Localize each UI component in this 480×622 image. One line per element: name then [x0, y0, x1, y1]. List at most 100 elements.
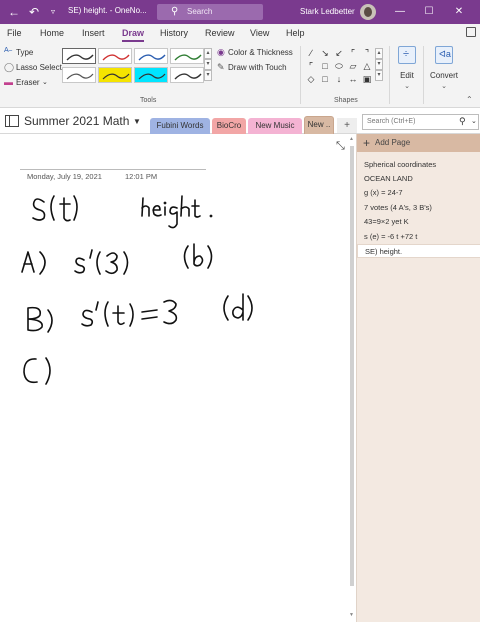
notebook-bar: Summer 2021 Math ▼ Fubini Words BioCro N… [0, 108, 480, 134]
quick-access-dropdown-icon[interactable]: ▿ [45, 4, 61, 20]
graph-shape-icon[interactable]: ↔ [348, 74, 358, 84]
undo-icon[interactable]: ↶ [26, 4, 42, 20]
draw-with-touch-button[interactable]: Draw with Touch [228, 63, 287, 72]
arrow-shape-icon[interactable]: ↘ [320, 48, 330, 58]
highlighter-stroke-icon [102, 73, 130, 80]
edit-chevron-icon: ⌄ [404, 83, 410, 90]
page-item-7-votes[interactable]: 7 votes (4 A's, 3 B's) [357, 201, 480, 215]
gallery-more-icon[interactable]: ▾ [204, 70, 212, 81]
pen-stroke-icon [138, 54, 166, 61]
axis-shape-icon[interactable]: ⌜ [348, 48, 358, 58]
tab-file[interactable]: File [7, 28, 22, 38]
corner-shape-icon[interactable]: ⌜ [306, 61, 316, 71]
gallery-up-icon[interactable]: ▴ [204, 48, 212, 59]
page-item-gx[interactable]: g (x) = 24-7 [357, 186, 480, 200]
page-item-se-height[interactable]: SE) height. [357, 244, 480, 258]
shapes-gallery-scroll[interactable]: ▴ ▾ ▾ [375, 48, 383, 84]
pen-gallery [62, 48, 204, 84]
lasso-select-button[interactable]: Lasso Select [16, 63, 62, 72]
scroll-thumb[interactable] [350, 146, 354, 586]
square-shape-icon[interactable]: □ [320, 74, 330, 84]
parallelogram-shape-icon[interactable]: ▱ [348, 61, 358, 71]
minimize-button[interactable]: — [392, 4, 408, 20]
tab-review[interactable]: Review [205, 28, 235, 38]
page-item-spherical-coordinates[interactable]: Spherical coordinates [357, 158, 480, 172]
pen-stroke-icon [102, 54, 130, 61]
edit-icon: ÷ [398, 46, 416, 64]
add-page-label: Add Page [375, 138, 411, 147]
pen-black[interactable] [62, 48, 96, 64]
section-tab-fubini-words[interactable]: Fubini Words [150, 118, 210, 134]
rectangle-shape-icon[interactable]: □ [320, 61, 330, 71]
page-canvas[interactable]: ⤡ Monday, July 19, 2021 12:01 PM ▲ ▼ [0, 134, 356, 622]
search-placeholder: Search (Ctrl+E) [367, 118, 416, 125]
notebook-chevron-icon[interactable]: ▼ [133, 117, 141, 126]
scroll-down-icon[interactable]: ▼ [349, 612, 354, 618]
avatar[interactable] [360, 4, 376, 20]
line-shape-icon[interactable]: ∕ [306, 48, 316, 58]
title-search-box[interactable]: ⚲ Search [157, 4, 263, 20]
color-thickness-button[interactable]: Color & Thickness [228, 48, 293, 57]
search-scope-chevron-icon[interactable]: ⌄ [471, 117, 477, 125]
collapse-ribbon-icon[interactable]: ⌃ [466, 95, 473, 104]
back-arrow-icon[interactable]: ← [6, 4, 22, 20]
add-section-button[interactable]: + [337, 118, 357, 133]
vertical-scrollbar[interactable]: ▲ ▼ [348, 134, 356, 622]
tab-history[interactable]: History [160, 28, 188, 38]
pen-gray[interactable] [62, 67, 96, 83]
pen-stroke-icon [66, 54, 94, 61]
eraser-button[interactable]: Eraser [16, 78, 40, 87]
maximize-button[interactable]: ☐ [421, 4, 437, 20]
user-name[interactable]: Stark Ledbetter [300, 7, 355, 16]
eraser-icon: ▬ [4, 77, 13, 87]
tab-help[interactable]: Help [286, 28, 305, 38]
tab-insert[interactable]: Insert [82, 28, 105, 38]
notebook-icon[interactable] [5, 115, 19, 127]
section-tab-biocro[interactable]: BioCro [212, 118, 246, 134]
pen-blue[interactable] [134, 48, 168, 64]
edit-label: Edit [400, 71, 414, 80]
notebook-search-input[interactable]: Search (Ctrl+E) ⚲ ⌄ [362, 114, 479, 130]
shapes-gallery: ∕ ↘ ↙ ⌜ ⌝ ⌜ □ ⬭ ▱ △ ◇ □ ↓ ↔ ▣ [306, 48, 376, 88]
pen-red[interactable] [98, 48, 132, 64]
immersive-reader-icon[interactable] [466, 27, 476, 37]
section-tab-new[interactable]: New .. [304, 116, 334, 134]
shapes-up-icon[interactable]: ▴ [375, 48, 383, 59]
double-arrow-shape-icon[interactable]: ↙ [334, 48, 344, 58]
shapes-more-icon[interactable]: ▾ [375, 70, 383, 81]
diamond-shape-icon[interactable]: ◇ [306, 74, 316, 84]
cube-shape-icon[interactable]: ▣ [362, 74, 372, 84]
page-item-se[interactable]: s (e) = -6 t +72 t [357, 230, 480, 244]
gallery-down-icon[interactable]: ▾ [204, 59, 212, 70]
highlighter-yellow[interactable] [98, 67, 132, 83]
triangle-shape-icon[interactable]: △ [362, 61, 372, 71]
pen-green[interactable] [170, 48, 204, 64]
axis3-shape-icon[interactable]: ↓ [334, 74, 344, 84]
tab-home[interactable]: Home [40, 28, 64, 38]
page-item-ocean-land[interactable]: OCEAN LAND [357, 172, 480, 186]
add-page-button[interactable]: + Add Page [357, 134, 480, 152]
type-button[interactable]: Type [16, 48, 33, 57]
edit-button[interactable]: ÷ Edit ⌄ [389, 46, 425, 92]
page-item-43[interactable]: 43=9×2 yet K [357, 215, 480, 229]
notebook-name[interactable]: Summer 2021 Math [24, 114, 129, 128]
draw-touch-icon: ✎ [217, 62, 225, 72]
ellipse-shape-icon[interactable]: ⬭ [334, 61, 344, 71]
eraser-chevron-icon[interactable]: ⌄ [42, 78, 48, 86]
axis-alt-shape-icon[interactable]: ⌝ [362, 48, 372, 58]
ribbon-divider [423, 46, 424, 104]
section-tab-new-music[interactable]: New Music [248, 118, 302, 134]
pen-gallery-scroll[interactable]: ▴ ▾ ▾ [204, 48, 212, 84]
pen-dark[interactable] [170, 67, 204, 83]
highlighter-cyan[interactable] [134, 67, 168, 83]
close-button[interactable]: ✕ [451, 4, 467, 20]
shapes-down-icon[interactable]: ▾ [375, 59, 383, 70]
tab-view[interactable]: View [250, 28, 269, 38]
highlighter-stroke-icon [138, 73, 166, 80]
tab-draw[interactable]: Draw [122, 28, 145, 42]
pen-stroke-icon [174, 54, 202, 61]
shapes-group-label: Shapes [334, 97, 358, 104]
convert-button[interactable]: ᐊa Convert ⌄ [426, 46, 462, 92]
search-icon[interactable]: ⚲ [459, 116, 466, 127]
scroll-up-icon[interactable]: ▲ [349, 136, 354, 142]
